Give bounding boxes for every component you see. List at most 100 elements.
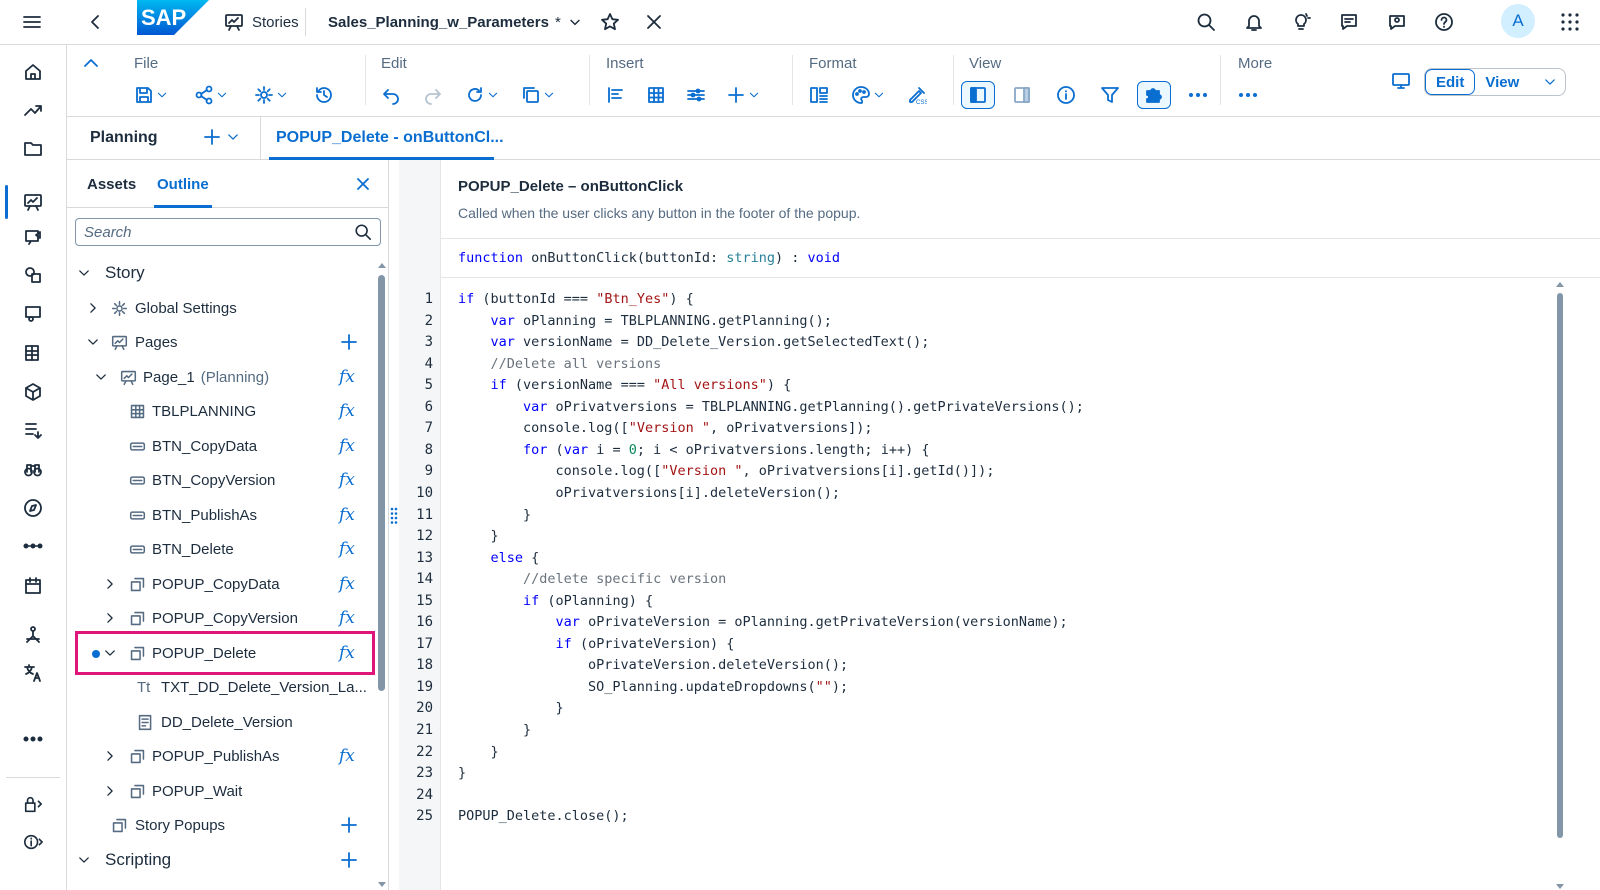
tab-assets[interactable]: Assets bbox=[87, 176, 136, 193]
tree-node-btn-copydata[interactable]: BTN_CopyData fx bbox=[67, 429, 377, 463]
tab-outline[interactable]: Outline bbox=[157, 176, 209, 193]
binoculars-icon[interactable] bbox=[0, 452, 66, 486]
tree-node-popup-publishas[interactable]: POPUP_PublishAs fx bbox=[67, 739, 377, 773]
panel-splitter[interactable] bbox=[389, 160, 399, 890]
tree-node-tblplanning[interactable]: TBLPLANNING fx bbox=[67, 394, 377, 428]
scroll-up-icon[interactable] bbox=[378, 262, 386, 268]
script-objects-toggle[interactable] bbox=[1137, 81, 1171, 109]
code-line[interactable]: } bbox=[458, 700, 564, 716]
digital-boardroom-icon[interactable] bbox=[0, 297, 66, 331]
chevron-down-icon[interactable] bbox=[94, 370, 108, 384]
package-icon[interactable] bbox=[0, 375, 66, 409]
more-icon[interactable] bbox=[0, 722, 66, 756]
bell-icon[interactable] bbox=[1238, 6, 1270, 38]
translation-icon[interactable] bbox=[0, 656, 66, 690]
calendar-icon[interactable] bbox=[0, 569, 66, 603]
chevron-right-icon[interactable] bbox=[103, 749, 117, 763]
fx-script-icon[interactable]: fx bbox=[339, 574, 355, 594]
tree-node-btn-publishas[interactable]: BTN_PublishAs fx bbox=[67, 498, 377, 532]
app-grid-icon[interactable] bbox=[1554, 6, 1586, 38]
chevron-down-icon[interactable] bbox=[86, 335, 100, 349]
scroll-down-icon[interactable] bbox=[378, 882, 386, 888]
code-line[interactable]: for (var i = 0; i < oPrivatversions.leng… bbox=[458, 442, 929, 458]
chevron-right-icon[interactable] bbox=[103, 784, 117, 798]
present-button[interactable] bbox=[1387, 67, 1415, 95]
search-input[interactable] bbox=[84, 223, 354, 241]
fx-script-icon[interactable]: fx bbox=[339, 608, 355, 628]
avatar[interactable]: A bbox=[1501, 4, 1535, 38]
view-mode-button[interactable]: View bbox=[1475, 69, 1529, 95]
right-panel-toggle[interactable] bbox=[1005, 79, 1039, 111]
collapse-toolbar-icon[interactable] bbox=[81, 53, 101, 73]
close-icon[interactable] bbox=[640, 6, 668, 38]
add-popup-icon[interactable] bbox=[339, 815, 359, 835]
add-script-icon[interactable] bbox=[339, 850, 359, 870]
fx-script-icon[interactable]: fx bbox=[339, 746, 355, 766]
refresh-menu-button[interactable] bbox=[461, 79, 503, 111]
code-line[interactable]: console.log(["Version ", oPrivatversions… bbox=[458, 463, 995, 479]
help-icon[interactable] bbox=[1428, 6, 1460, 38]
layout-button[interactable] bbox=[805, 79, 833, 111]
code-line[interactable]: if (oPlanning) { bbox=[458, 593, 653, 609]
tab-script-editor[interactable]: POPUP_Delete - onButtonCl... bbox=[276, 129, 504, 147]
feedback-icon[interactable] bbox=[1333, 6, 1365, 38]
insert-chart-button[interactable] bbox=[602, 79, 630, 111]
code-line[interactable]: } bbox=[458, 722, 531, 738]
sap-logo[interactable]: SAP bbox=[137, 0, 209, 35]
code-line[interactable]: oPrivateVersion.deleteVersion(); bbox=[458, 657, 848, 673]
code-line[interactable]: if (oPrivateVersion) { bbox=[458, 636, 735, 652]
fx-script-icon[interactable]: fx bbox=[339, 401, 355, 421]
redo-button[interactable] bbox=[419, 79, 447, 111]
close-panel-button[interactable] bbox=[353, 174, 373, 194]
modeler-icon[interactable] bbox=[0, 258, 66, 292]
copy-menu-button[interactable] bbox=[517, 79, 559, 111]
star-icon[interactable] bbox=[594, 6, 626, 38]
info-expand-icon[interactable] bbox=[0, 825, 66, 859]
theme-menu-button[interactable] bbox=[847, 79, 889, 111]
insert-filter-button[interactable] bbox=[682, 79, 710, 111]
fx-script-icon[interactable]: fx bbox=[339, 539, 355, 559]
fx-script-icon[interactable]: fx bbox=[339, 436, 355, 456]
settings-menu-button[interactable] bbox=[250, 79, 292, 111]
code-line[interactable]: oPrivatversions[i].deleteVersion(); bbox=[458, 485, 840, 501]
story-title-menu[interactable]: Sales_Planning_w_Parameters * bbox=[328, 6, 583, 38]
code-line[interactable]: SO_Planning.updateDropdowns(""); bbox=[458, 679, 848, 695]
search-icon[interactable] bbox=[1190, 6, 1222, 38]
save-menu-button[interactable] bbox=[130, 79, 172, 111]
tree-node-popup-copydata[interactable]: POPUP_CopyData fx bbox=[67, 567, 377, 601]
tree-node-btn-copyversion[interactable]: BTN_CopyVersion fx bbox=[67, 463, 377, 497]
view-more-button[interactable] bbox=[1181, 79, 1215, 111]
hierarchy-icon[interactable] bbox=[0, 618, 66, 652]
chevron-right-icon[interactable] bbox=[103, 611, 117, 625]
code-line[interactable]: else { bbox=[458, 550, 540, 566]
tree-node-global-settings[interactable]: Global Settings bbox=[67, 291, 377, 325]
code-line[interactable]: if (buttonId === "Btn_Yes") { bbox=[458, 291, 694, 307]
history-button[interactable] bbox=[310, 79, 338, 111]
search-icon[interactable] bbox=[354, 223, 372, 241]
chevron-right-icon[interactable] bbox=[86, 301, 100, 315]
splitter-grip-icon[interactable] bbox=[390, 507, 398, 525]
code-line[interactable]: var oPrivateVersion = oPlanning.getPriva… bbox=[458, 614, 1068, 630]
code-line[interactable]: } bbox=[458, 528, 499, 544]
chevron-right-icon[interactable] bbox=[103, 577, 117, 591]
trend-icon[interactable] bbox=[0, 93, 66, 127]
security-lock-icon[interactable] bbox=[0, 787, 66, 821]
tree-node-btn-delete[interactable]: BTN_Delete fx bbox=[67, 532, 377, 566]
scroll-up-icon[interactable] bbox=[1555, 281, 1565, 287]
code-line[interactable]: } bbox=[458, 744, 499, 760]
code-line[interactable]: //delete specific version bbox=[458, 571, 726, 587]
tree-node-scripting[interactable]: Scripting bbox=[67, 843, 377, 877]
fx-script-icon[interactable]: fx bbox=[339, 367, 355, 387]
share-menu-button[interactable] bbox=[190, 79, 232, 111]
scrollbar-thumb[interactable] bbox=[378, 275, 385, 691]
insert-add-menu-button[interactable] bbox=[722, 79, 764, 111]
stories-nav-icon[interactable] bbox=[0, 185, 66, 219]
more-menu-button[interactable] bbox=[1234, 79, 1262, 111]
tree-node-dd-delete-version[interactable]: DD_Delete_Version bbox=[67, 705, 377, 739]
scrollbar-thumb[interactable] bbox=[1557, 293, 1563, 838]
tree-node-story-popups[interactable]: Story Popups bbox=[67, 808, 377, 842]
code-line[interactable]: console.log(["Version ", oPrivatversions… bbox=[458, 420, 873, 436]
scroll-down-icon[interactable] bbox=[1555, 884, 1565, 890]
css-button[interactable]: CSS bbox=[903, 79, 931, 111]
filter-toggle[interactable] bbox=[1093, 79, 1127, 111]
